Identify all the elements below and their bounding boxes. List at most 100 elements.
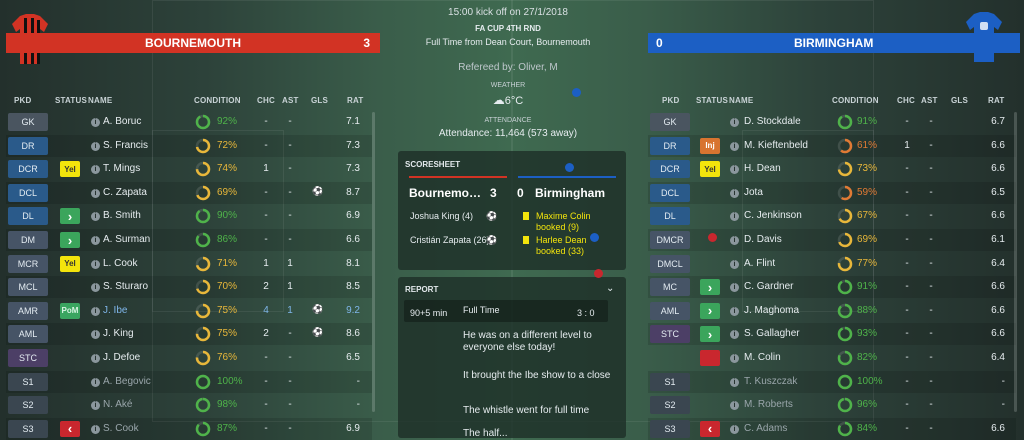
report-commentary-line: The whistle went for full time: [463, 405, 590, 416]
away-player-13-rating: 6.6: [991, 422, 1005, 434]
home-player-6-chc: 1: [263, 257, 269, 269]
home-player-4-name[interactable]: B. Smith: [103, 210, 141, 221]
away-player-6-name[interactable]: A. Flint: [744, 258, 775, 269]
away-player-11-name[interactable]: T. Kuszczak: [744, 376, 797, 387]
away-player-7-name[interactable]: C. Gardner: [744, 281, 793, 292]
home-player-2-name[interactable]: T. Mings: [103, 163, 140, 174]
away-team-banner[interactable]: 0 BIRMINGHAM: [648, 33, 1020, 53]
home-player-9-name[interactable]: J. King: [103, 328, 134, 339]
kickoff-time: 15:00 kick off on 27/1/2018: [448, 7, 568, 18]
attendance-label: ATTENDANCE: [484, 117, 532, 124]
home-player-11-info-icon[interactable]: i: [91, 377, 100, 387]
away-player-8-name[interactable]: J. Maghoma: [744, 305, 799, 316]
home-player-7-name[interactable]: S. Sturaro: [103, 281, 148, 292]
home-player-5-info-icon[interactable]: i: [91, 236, 100, 245]
home-player-12-name[interactable]: N. Aké: [103, 399, 132, 410]
away-player-2-name[interactable]: H. Dean: [744, 163, 781, 174]
away-player-10-condition-ring: [837, 350, 853, 366]
away-player-row[interactable]: [648, 370, 1016, 393]
home-player-0-condition-value: 92%: [217, 116, 238, 127]
away-player-1-condition-ring: [837, 138, 853, 153]
home-player-10-info-icon[interactable]: i: [91, 354, 100, 363]
home-player-row[interactable]: [6, 347, 372, 369]
home-player-3-condition-value: 69%: [217, 186, 238, 198]
away-player-1-info-icon[interactable]: i: [730, 141, 739, 151]
away-player-row[interactable]: [648, 394, 1016, 416]
away-player-10-name[interactable]: M. Colin: [744, 352, 781, 363]
away-player-0-info-icon[interactable]: i: [730, 118, 739, 127]
home-player-13-condition-value: 87%: [217, 422, 238, 434]
weather-value: ☁6°C: [380, 93, 636, 107]
away-player-11-info-icon[interactable]: i: [730, 377, 739, 387]
away-player-1-name[interactable]: M. Kieftenbeld: [744, 140, 808, 151]
away-list-scrollbar[interactable]: [1014, 112, 1017, 412]
away-player-13-condition-ring: [837, 421, 853, 437]
away-player-3-info-icon[interactable]: i: [730, 188, 739, 198]
away-player-row[interactable]: [648, 229, 1016, 251]
report-collapse-chevron-icon[interactable]: ⌄: [606, 283, 614, 294]
home-player-4-condition-ring: [195, 209, 211, 224]
home-player-3-info-icon[interactable]: i: [91, 188, 100, 198]
home-player-9-condition-value: 75%: [217, 328, 238, 340]
home-player-0-info-icon[interactable]: i: [91, 118, 100, 127]
away-player-6-rating: 6.4: [991, 257, 1005, 269]
home-player-10-name[interactable]: J. Defoe: [103, 352, 140, 363]
home-player-row[interactable]: [6, 134, 372, 157]
away-player-10-info-icon[interactable]: i: [730, 354, 739, 363]
away-player-4-condition-ring: [837, 209, 853, 224]
away-player-13-form-down-icon: ‹: [700, 420, 720, 437]
away-player-12-ast: -: [929, 399, 933, 411]
away-team-name: BIRMINGHAM: [794, 36, 874, 50]
away-player-13-name[interactable]: C. Adams: [744, 423, 787, 434]
away-col-chc: CHC: [897, 96, 915, 105]
home-player-row[interactable]: [6, 394, 372, 416]
home-player-6-name[interactable]: L. Cook: [103, 258, 137, 269]
away-player-5-info-icon[interactable]: i: [730, 236, 739, 245]
away-player-8-condition-fill: [837, 303, 853, 319]
home-player-1-name[interactable]: S. Francis: [103, 140, 148, 151]
away-player-0-name[interactable]: D. Stockdale: [744, 116, 801, 127]
away-score-bar: [518, 176, 616, 178]
away-player-3-name[interactable]: Jota: [744, 187, 763, 198]
home-player-row[interactable]: [6, 111, 372, 133]
away-player-10-ast: -: [929, 352, 933, 363]
home-player-8-goal-ball-icon: ⚽: [312, 303, 324, 314]
away-player-7-form-up-icon: ›: [700, 279, 720, 296]
away-player-9-name[interactable]: S. Gallagher: [744, 328, 800, 339]
home-player-11-name[interactable]: A. Begovic: [103, 376, 151, 387]
home-team-score: 3: [363, 36, 370, 50]
home-player-row[interactable]: [6, 276, 372, 299]
home-player-8-info-icon[interactable]: i: [91, 306, 100, 316]
home-player-13-info-icon[interactable]: i: [91, 424, 100, 434]
home-player-0-name[interactable]: A. Boruc: [103, 116, 141, 127]
home-player-13-name[interactable]: S. Cook: [103, 423, 139, 434]
home-player-5-name[interactable]: A. Surman: [103, 234, 150, 245]
away-player-8-info-icon[interactable]: i: [730, 306, 739, 316]
away-player-row[interactable]: [648, 181, 1016, 204]
away-player-6-info-icon[interactable]: i: [730, 259, 739, 269]
away-player-9-rating: 6.6: [991, 328, 1005, 340]
home-player-1-info-icon[interactable]: i: [91, 141, 100, 151]
home-team-banner[interactable]: BOURNEMOUTH 3: [6, 33, 380, 53]
away-player-row[interactable]: [648, 111, 1016, 133]
home-player-6-info-icon[interactable]: i: [91, 259, 100, 269]
home-player-13-condition-fill: [195, 421, 211, 437]
referee: Refereed by: Oliver, M: [458, 62, 558, 73]
away-player-5-name[interactable]: D. Davis: [744, 234, 782, 245]
home-player-3-name[interactable]: C. Zapata: [103, 187, 147, 198]
home-player-row[interactable]: [6, 370, 372, 393]
home-player-8-name[interactable]: J. Ibe: [103, 305, 127, 316]
home-player-13-ast: -: [288, 422, 292, 434]
away-player-7-condition-value: 91%: [857, 281, 878, 293]
home-player-7-position: MCL: [8, 278, 48, 297]
away-player-row[interactable]: [648, 253, 1016, 275]
away-player-13-chc: -: [905, 422, 909, 434]
home-list-scrollbar[interactable]: [372, 112, 375, 412]
away-player-13-info-icon[interactable]: i: [730, 424, 739, 434]
away-col-condition: CONDITION: [832, 96, 879, 105]
away-player-row[interactable]: [648, 205, 1016, 227]
away-player-12-name[interactable]: M. Roberts: [744, 399, 793, 410]
away-player-3-ast: -: [929, 186, 933, 198]
away-player-1-injury-badge: Inj: [700, 137, 720, 154]
away-player-4-name[interactable]: C. Jenkinson: [744, 210, 802, 221]
